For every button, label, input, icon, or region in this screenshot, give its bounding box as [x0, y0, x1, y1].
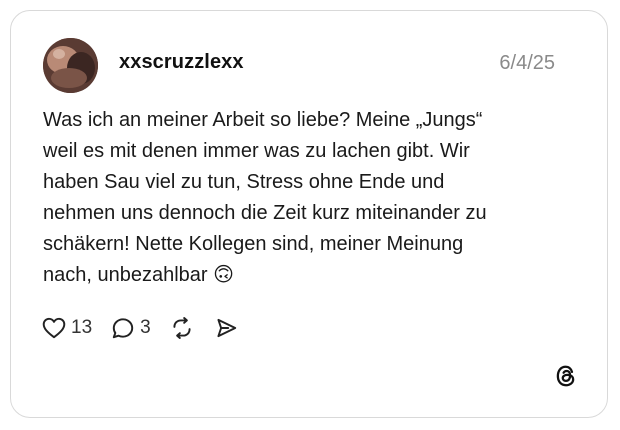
reply-button[interactable]: 3 [110, 315, 151, 341]
like-count: 13 [71, 317, 93, 338]
speech-bubble-icon [110, 315, 136, 341]
post-date: 6/4/25 [499, 52, 555, 74]
post-actions: 13 3 [41, 313, 257, 343]
repost-button[interactable] [169, 315, 195, 341]
send-icon [213, 315, 239, 341]
post-card: xxscruzzlexx 6/4/25 Was ich an meiner Ar… [10, 10, 608, 418]
like-button[interactable]: 13 [41, 315, 92, 341]
post-text: Was ich an meiner Arbeit so liebe? Meine… [43, 109, 487, 286]
heart-icon [41, 315, 67, 341]
repost-icon [169, 315, 195, 341]
avatar-photo [43, 38, 98, 93]
avatar[interactable] [43, 38, 98, 93]
reply-count: 3 [140, 317, 151, 338]
threads-logo-icon [553, 363, 579, 389]
share-button[interactable] [213, 315, 239, 341]
username[interactable]: xxscruzzlexx [119, 51, 244, 74]
